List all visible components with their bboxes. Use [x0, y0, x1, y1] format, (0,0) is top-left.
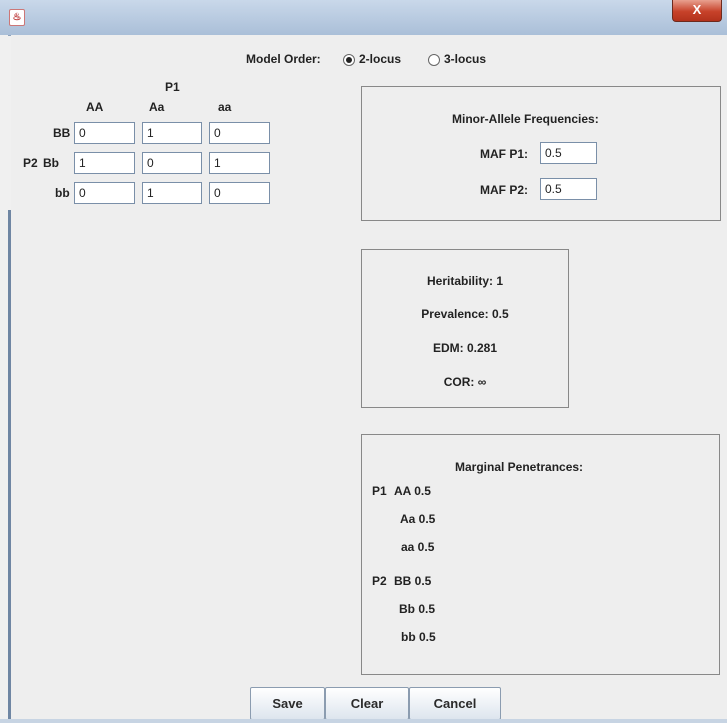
penetrance-BB-AA[interactable]: 0: [74, 122, 135, 144]
cor-value: COR: ∞: [443, 375, 487, 389]
p1-label: P1: [165, 80, 180, 94]
radio-3-locus[interactable]: [428, 54, 440, 66]
marginal-title: Marginal Penetrances:: [455, 460, 584, 474]
marginal-p1-Aa: Aa 0.5: [400, 512, 436, 526]
maf-p2-input[interactable]: 0.5: [540, 178, 597, 200]
marginal-p1-label: P1: [372, 484, 387, 498]
heritability-value: Heritability: 1: [426, 274, 504, 288]
penetrance-bb-AA[interactable]: 0: [74, 182, 135, 204]
penetrance-BB-Aa[interactable]: 1: [142, 122, 202, 144]
row-header-BB: BB: [53, 126, 71, 140]
penetrance-Bb-aa[interactable]: 1: [209, 152, 270, 174]
row-header-Bb: Bb: [43, 156, 59, 170]
marginal-p2-Bb: Bb 0.5: [399, 602, 436, 616]
maf-p1-input[interactable]: 0.5: [540, 142, 597, 164]
col-header-aa: aa: [218, 100, 232, 114]
dialog-window: ♨ X Model Order: 2-locus 3-locus P1 AA A…: [0, 0, 727, 723]
row-header-bb: bb: [55, 186, 70, 200]
window-frame: [0, 35, 8, 723]
col-header-AA: AA: [86, 100, 104, 114]
maf-panel: Minor-Allele Frequencies: MAF P1: 0.5 MA…: [361, 86, 721, 221]
marginal-p2-bb: bb 0.5: [401, 630, 436, 644]
cancel-button[interactable]: Cancel: [409, 687, 501, 720]
dialog-content: Model Order: 2-locus 3-locus P1 AA Aa aa…: [11, 35, 727, 723]
marginal-p1-AA: AA 0.5: [394, 484, 431, 498]
penetrance-Bb-Aa[interactable]: 0: [142, 152, 202, 174]
penetrance-BB-aa[interactable]: 0: [209, 122, 270, 144]
maf-p1-label: MAF P1:: [480, 147, 528, 161]
marginal-panel: Marginal Penetrances: P1 AA 0.5 Aa 0.5 a…: [361, 434, 720, 675]
stats-panel: Heritability: 1 Prevalence: 0.5 EDM: 0.2…: [361, 249, 569, 408]
maf-p2-label: MAF P2:: [480, 183, 528, 197]
title-bar[interactable]: ♨ X: [0, 0, 727, 36]
close-button[interactable]: X: [672, 0, 722, 22]
java-icon: ♨: [9, 9, 25, 26]
maf-title: Minor-Allele Frequencies:: [452, 112, 599, 126]
window-bottom-border: [0, 719, 727, 723]
p2-label: P2: [23, 156, 38, 170]
edm-value: EDM: 0.281: [432, 341, 498, 355]
prevalence-value: Prevalence: 0.5: [421, 307, 509, 321]
penetrance-Bb-AA[interactable]: 1: [74, 152, 135, 174]
col-header-Aa: Aa: [149, 100, 165, 114]
model-order-label: Model Order:: [246, 52, 321, 66]
radio-2-locus-label[interactable]: 2-locus: [359, 52, 401, 66]
save-button[interactable]: Save: [250, 687, 325, 720]
marginal-p2-label: P2: [372, 574, 387, 588]
radio-2-locus[interactable]: [343, 54, 355, 66]
marginal-p1-aa: aa 0.5: [401, 540, 435, 554]
clear-button[interactable]: Clear: [325, 687, 409, 720]
radio-3-locus-label[interactable]: 3-locus: [444, 52, 486, 66]
penetrance-bb-Aa[interactable]: 1: [142, 182, 202, 204]
penetrance-bb-aa[interactable]: 0: [209, 182, 270, 204]
marginal-p2-BB: BB 0.5: [394, 574, 432, 588]
